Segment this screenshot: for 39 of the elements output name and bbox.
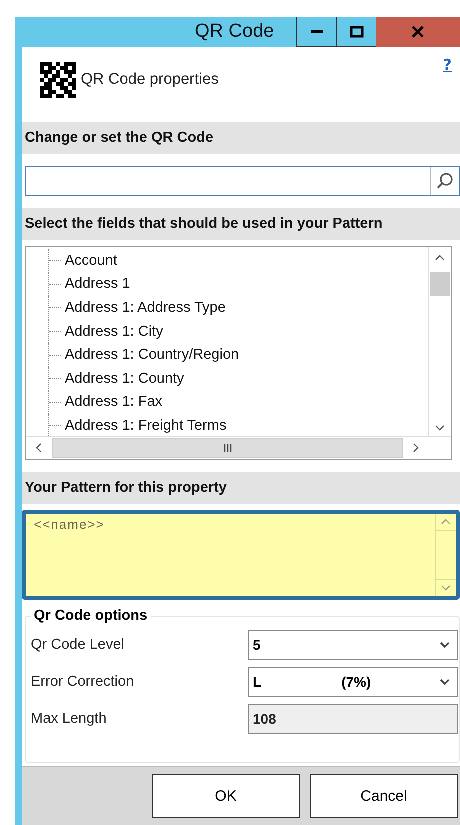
dropdown[interactable]: 5 — [248, 630, 458, 660]
pattern-text: <<name>> — [33, 516, 106, 534]
cancel-button[interactable]: Cancel — [310, 774, 458, 818]
qr-code-icon — [40, 62, 76, 98]
help-link[interactable]: ? — [443, 56, 452, 74]
maximize-icon — [350, 26, 364, 38]
section-header: Change or set the QR Code — [22, 122, 460, 154]
tree-item[interactable]: Address 1: Fax — [48, 390, 428, 414]
vertical-scrollbar[interactable] — [435, 514, 456, 596]
scroll-thumb[interactable] — [52, 438, 403, 458]
tree-item[interactable]: Address 1: Address Type — [48, 296, 428, 320]
grip-icon — [222, 444, 232, 452]
minimize-button[interactable] — [296, 17, 337, 47]
search-field[interactable] — [25, 166, 460, 196]
tree-item[interactable]: Address 1: County — [48, 366, 428, 391]
dialog-heading: QR Code properties — [81, 71, 219, 89]
option-label: Error Correction — [31, 674, 136, 690]
tree-item[interactable]: Account — [48, 249, 428, 273]
chevron-icon — [439, 640, 451, 650]
horizontal-scrollbar[interactable] — [26, 436, 451, 459]
section-header: Your Pattern for this property — [22, 472, 460, 504]
search-icon — [436, 172, 454, 190]
close-button[interactable] — [376, 17, 460, 47]
window-title: QR Code — [195, 21, 274, 43]
dropdown[interactable]: L (7%) — [248, 666, 458, 696]
section-header: Select the fields that should be used in your Pattern — [22, 208, 460, 240]
vertical-scrollbar[interactable] — [428, 247, 451, 436]
pattern-field[interactable]: <<name>> — [22, 510, 460, 600]
option-label: Qr Code Level — [31, 636, 126, 652]
tree-item[interactable]: Address 1: City — [48, 320, 428, 344]
minimize-icon — [310, 30, 322, 33]
group-title: Qr Code options — [33, 608, 149, 624]
tree-item[interactable]: Address 1: Country/Region — [48, 343, 428, 367]
ok-button[interactable]: OK — [152, 774, 300, 818]
close-icon — [411, 26, 425, 38]
scroll-thumb[interactable] — [430, 272, 450, 296]
option-label: Max Length — [31, 710, 108, 726]
chevron-icon — [439, 676, 451, 686]
tree-item[interactable]: Address 1 — [48, 272, 428, 296]
